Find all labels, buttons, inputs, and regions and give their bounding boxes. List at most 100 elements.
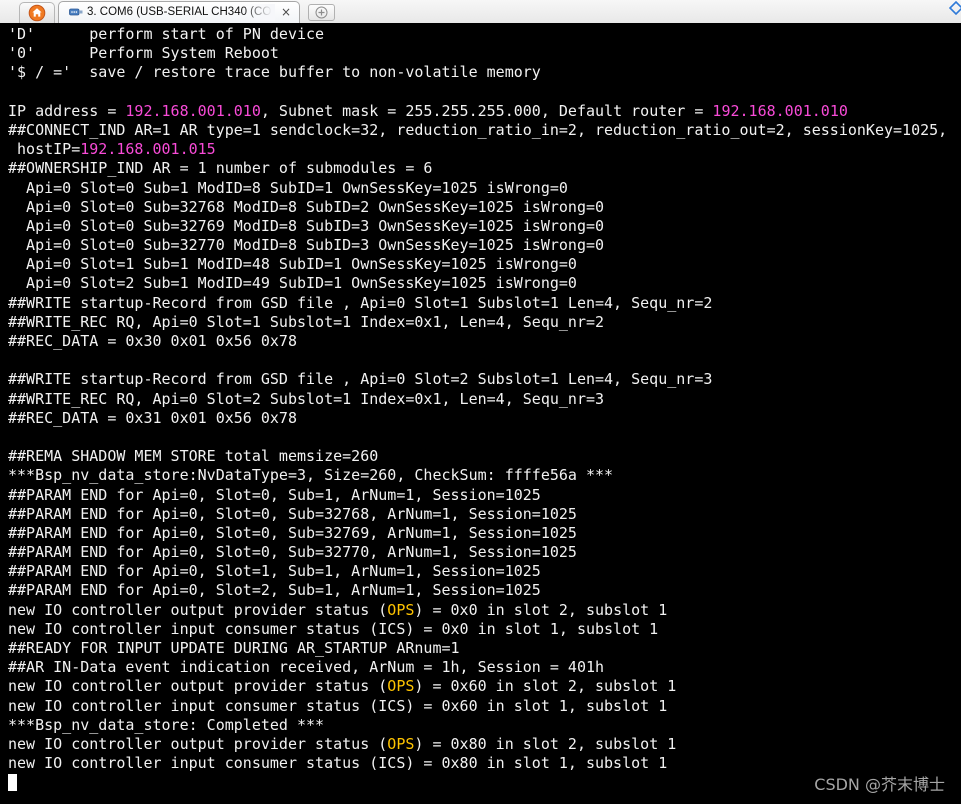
ip-address-highlight: 192.168.001.015	[80, 140, 216, 159]
terminal-text: ##PARAM END for Api=0, Slot=0, Sub=32770…	[8, 543, 577, 562]
terminal-line: ##CONNECT_IND AR=1 AR type=1 sendclock=3…	[8, 121, 961, 140]
serial-port-icon	[69, 8, 83, 16]
status-keyword-highlight: OPS	[387, 734, 415, 753]
terminal-text: ) = 0x0 in slot 2, subslot 1	[414, 600, 668, 619]
terminal-line: new IO controller output provider status…	[8, 735, 961, 754]
terminal-text: Api=0 Slot=0 Sub=32769 ModID=8 SubID=3 O…	[8, 216, 605, 235]
terminal-line: ##REC_DATA = 0x31 0x01 0x56 0x78	[8, 409, 961, 428]
terminal-text: Api=0 Slot=2 Sub=1 ModID=49 SubID=1 OwnS…	[8, 274, 577, 293]
terminal-line: 'D' perform start of PN device	[8, 25, 961, 44]
home-tab[interactable]	[19, 2, 55, 23]
close-tab-button[interactable]: ×	[278, 4, 294, 21]
terminal-text: ##CONNECT_IND AR=1 AR type=1 sendclock=3…	[8, 120, 948, 139]
terminal-text: ##PARAM END for Api=0, Slot=0, Sub=32768…	[8, 504, 577, 523]
terminal-line: '$ / =' save / restore trace buffer to n…	[8, 63, 961, 82]
terminal-text: ##REC_DATA = 0x30 0x01 0x56 0x78	[8, 332, 297, 350]
terminal-text: ) = 0x60 in slot 2, subslot 1	[414, 677, 677, 696]
terminal-line: ##PARAM END for Api=0, Slot=0, Sub=32769…	[8, 524, 961, 543]
terminal-line: Api=0 Slot=0 Sub=32768 ModID=8 SubID=2 O…	[8, 198, 961, 217]
serial-port-icon-pin	[73, 11, 75, 13]
terminal-text: ##AR IN-Data event indication received, …	[8, 658, 605, 677]
terminal-text: new IO controller input consumer status …	[8, 696, 668, 715]
terminal-text: ***Bsp_nv_data_store: Completed ***	[8, 715, 325, 734]
terminal-text: '$ / =' save / restore trace buffer to n…	[8, 63, 541, 82]
tab-list-icon[interactable]	[949, 1, 961, 15]
serial-port-icon-plug	[79, 10, 83, 14]
terminal-text: Api=0 Slot=0 Sub=32768 ModID=8 SubID=2 O…	[8, 197, 605, 216]
tab-label-fade	[243, 4, 275, 21]
terminal-line: ##OWNERSHIP_IND AR = 1 number of submodu…	[8, 159, 961, 178]
terminal-text: new IO controller input consumer status …	[8, 619, 659, 638]
terminal-line: ##REMA SHADOW MEM STORE total memsize=26…	[8, 447, 961, 466]
terminal-text: ##OWNERSHIP_IND AR = 1 number of submodu…	[8, 159, 433, 178]
terminal-text: ##REMA SHADOW MEM STORE total memsize=26…	[8, 447, 379, 466]
terminal-text: ##PARAM END for Api=0, Slot=1, Sub=1, Ar…	[8, 562, 541, 581]
terminal-line: Api=0 Slot=0 Sub=32770 ModID=8 SubID=3 O…	[8, 236, 961, 255]
ip-address-highlight: 192.168.001.010	[125, 101, 261, 120]
terminal-text: ***Bsp_nv_data_store:NvDataType=3, Size=…	[8, 466, 614, 485]
terminal-line: ##AR IN-Data event indication received, …	[8, 658, 961, 677]
terminal-line: new IO controller input consumer status …	[8, 620, 961, 639]
terminal-line: ***Bsp_nv_data_store:NvDataType=3, Size=…	[8, 466, 961, 485]
terminal-line: ##WRITE startup-Record from GSD file , A…	[8, 294, 961, 313]
terminal-text: ) = 0x80 in slot 2, subslot 1	[414, 734, 677, 753]
terminal-text: Api=0 Slot=0 Sub=32770 ModID=8 SubID=3 O…	[8, 236, 605, 255]
terminal-text: ##PARAM END for Api=0, Slot=2, Sub=1, Ar…	[8, 581, 541, 600]
terminal-text: ##PARAM END for Api=0, Slot=0, Sub=1, Ar…	[8, 485, 541, 504]
plus-circle-icon-cross	[318, 9, 325, 16]
terminal-line: new IO controller output provider status…	[8, 601, 961, 620]
terminal-line: ##WRITE startup-Record from GSD file , A…	[8, 370, 961, 389]
watermark: CSDN @芥末博士	[814, 775, 945, 794]
terminal-line: ##REC_DATA = 0x30 0x01 0x56 0x78	[8, 332, 961, 351]
terminal-line: ##PARAM END for Api=0, Slot=1, Sub=1, Ar…	[8, 562, 961, 581]
new-tab-button[interactable]	[308, 4, 335, 21]
terminal-text: ##WRITE_REC RQ, Api=0 Slot=1 Subslot=1 I…	[8, 312, 605, 331]
terminal-text: IP address =	[8, 101, 126, 120]
terminal-text: new IO controller output provider status…	[8, 734, 388, 753]
terminal-line: IP address = 192.168.001.010, Subnet mas…	[8, 102, 961, 121]
terminal-text: '0' Perform System Reboot	[8, 44, 279, 63]
terminal-line: ##PARAM END for Api=0, Slot=0, Sub=32770…	[8, 543, 961, 562]
terminal-text: 'D' perform start of PN device	[8, 25, 325, 43]
terminal-lines: 'D' perform start of PN device '0' Perfor…	[8, 25, 961, 773]
terminal-text: ##WRITE startup-Record from GSD file , A…	[8, 293, 713, 312]
tab-com6-session[interactable]: 3. COM6 (USB-SERIAL CH340 (CO ×	[58, 1, 300, 23]
terminal-line: new IO controller input consumer status …	[8, 697, 961, 716]
status-keyword-highlight: OPS	[387, 600, 415, 619]
ip-address-highlight: 192.168.001.010	[712, 101, 848, 120]
terminal-line: ##PARAM END for Api=0, Slot=0, Sub=1, Ar…	[8, 486, 961, 505]
terminal-output[interactable]: 'D' perform start of PN device '0' Perfor…	[0, 23, 961, 804]
terminal-line: new IO controller input consumer status …	[8, 754, 961, 773]
tab-bar: 3. COM6 (USB-SERIAL CH340 (CO ×	[0, 0, 961, 23]
terminal-text: ##PARAM END for Api=0, Slot=0, Sub=32769…	[8, 523, 577, 542]
terminal-text: ##READY FOR INPUT UPDATE DURING AR_START…	[8, 639, 460, 657]
terminal-text: ##WRITE startup-Record from GSD file , A…	[8, 370, 713, 389]
terminal-line: '0' Perform System Reboot	[8, 44, 961, 63]
serial-port-icon-pin	[75, 11, 78, 13]
terminal-line: Api=0 Slot=1 Sub=1 ModID=48 SubID=1 OwnS…	[8, 255, 961, 274]
serial-port-icon-pin	[71, 11, 73, 13]
terminal-line: hostIP=192.168.001.015	[8, 140, 961, 159]
terminal-line: ##PARAM END for Api=0, Slot=2, Sub=1, Ar…	[8, 581, 961, 600]
terminal-line: ##PARAM END for Api=0, Slot=0, Sub=32768…	[8, 505, 961, 524]
terminal-line: new IO controller output provider status…	[8, 677, 961, 696]
terminal-line: Api=0 Slot=2 Sub=1 ModID=49 SubID=1 OwnS…	[8, 274, 961, 293]
terminal-cursor	[8, 774, 17, 792]
status-keyword-highlight: OPS	[387, 677, 415, 696]
tab-list-icon-shape	[949, 1, 961, 15]
terminal-text: Api=0 Slot=1 Sub=1 ModID=48 SubID=1 OwnS…	[8, 255, 577, 274]
terminal-text: Api=0 Slot=0 Sub=1 ModID=8 SubID=1 OwnSe…	[8, 178, 568, 197]
terminal-text: ##REC_DATA = 0x31 0x01 0x56 0x78	[8, 408, 297, 427]
terminal-text: ##WRITE_REC RQ, Api=0 Slot=2 Subslot=1 I…	[8, 389, 605, 408]
terminal-line: ##READY FOR INPUT UPDATE DURING AR_START…	[8, 639, 961, 658]
terminal-line: Api=0 Slot=0 Sub=32769 ModID=8 SubID=3 O…	[8, 217, 961, 236]
terminal-line: ##WRITE_REC RQ, Api=0 Slot=2 Subslot=1 I…	[8, 390, 961, 409]
terminal-text: new IO controller output provider status…	[8, 600, 388, 619]
plus-circle-icon	[315, 6, 328, 19]
terminal-text: , Subnet mask = 255.255.255.000, Default…	[260, 101, 713, 120]
terminal-line: ##WRITE_REC RQ, Api=0 Slot=1 Subslot=1 I…	[8, 313, 961, 332]
terminal-text: new IO controller output provider status…	[8, 677, 388, 696]
